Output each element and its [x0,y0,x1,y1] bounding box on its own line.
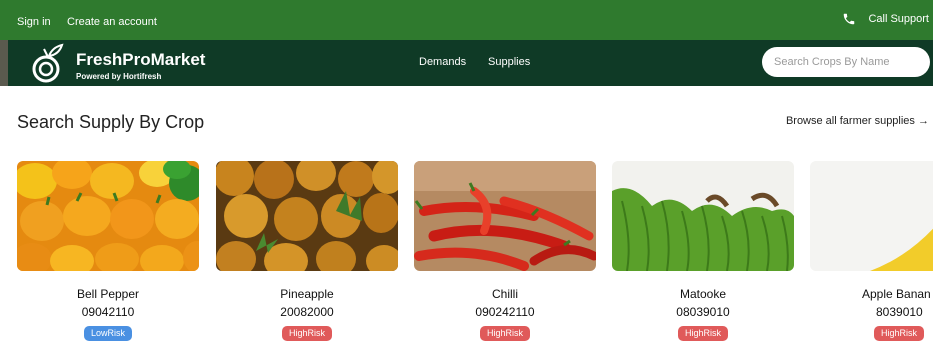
crop-name: Apple Banan [862,287,931,301]
risk-badge: HighRisk [479,326,530,341]
phone-icon [844,13,855,25]
browse-all-link[interactable]: Browse all farmer supplies → [786,115,929,127]
crop-card[interactable]: Matooke 08039010 HighRisk [612,161,794,341]
crop-name: Pineapple [280,287,334,301]
crop-code: 09042110 [81,305,135,319]
main-content: Search Supply By Crop Browse all farmer … [0,86,933,354]
risk-badge: HighRisk [677,326,728,341]
matooke-image[interactable] [612,161,794,271]
fresh-logo-icon [32,43,64,83]
call-support-link[interactable]: Call Support [842,12,929,26]
risk-badge: LowRisk [83,326,132,341]
nav-supplies[interactable]: Supplies [488,56,530,68]
crop-card[interactable]: Bell Pepper 09042110 LowRisk [17,161,199,341]
pineapple-image[interactable] [216,161,398,271]
crop-code: 08039010 [676,305,730,319]
risk-badge: HighRisk [281,326,332,341]
crop-card[interactable]: Pineapple 20082000 HighRisk [216,161,398,341]
main-navbar: FreshProMarket Powered by Hortifresh Dem… [8,40,933,86]
sign-in-link[interactable]: Sign in [17,16,51,28]
crop-name: Bell Pepper [76,287,140,301]
crop-card[interactable]: Chilli 090242110 HighRisk [414,161,596,341]
nav-demands[interactable]: Demands [419,56,466,68]
brand-tagline: Powered by Hortifresh [76,72,162,81]
crop-code: 20082000 [280,305,334,319]
top-bar: Sign in Create an account Call Support [0,0,933,40]
apple-banana-image[interactable] [810,161,933,271]
crop-name: Chilli [491,287,518,301]
call-support-label: Call Support [868,13,929,25]
bell-pepper-image[interactable] [17,161,199,271]
crop-name: Matooke [679,287,727,301]
crop-code: 090242110 [475,305,535,319]
search-input[interactable] [762,47,930,77]
chilli-image[interactable] [414,161,596,271]
crop-card[interactable]: Apple Banan 8039010 HighRisk [810,161,933,341]
create-account-link[interactable]: Create an account [67,16,157,28]
page-title: Search Supply By Crop [17,112,205,132]
crop-code: 8039010 [876,305,923,319]
brand-name[interactable]: FreshProMarket [76,50,205,70]
risk-badge: HighRisk [874,326,925,341]
